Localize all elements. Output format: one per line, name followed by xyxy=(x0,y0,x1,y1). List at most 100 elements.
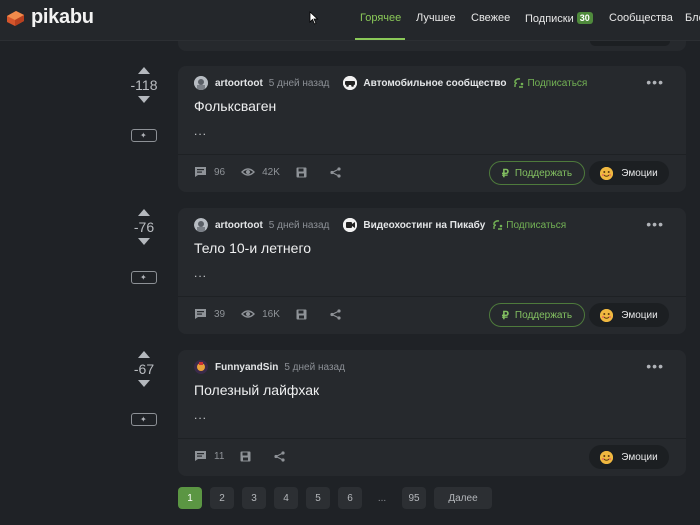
post-time: 5 дней назад xyxy=(268,77,330,89)
page-5-button[interactable]: 5 xyxy=(306,487,330,509)
page-1-button[interactable]: 1 xyxy=(178,487,202,509)
community-avatar[interactable] xyxy=(343,76,358,90)
nav-subscriptions[interactable]: Подписки 30 xyxy=(525,12,593,25)
views-stat: 42K xyxy=(241,167,280,178)
top-header: pikabu Горячее Лучшее Свежее Подписки 30 … xyxy=(0,0,700,41)
downvote-icon[interactable] xyxy=(138,238,150,245)
more-options-icon[interactable]: ••• xyxy=(646,74,664,90)
post-time: 5 дней назад xyxy=(284,361,345,373)
emoji-icon xyxy=(600,450,614,464)
divider xyxy=(178,296,686,297)
comments-count: 96 xyxy=(214,166,226,178)
post-rating: -76 xyxy=(133,219,155,235)
plus-icon: ✦ xyxy=(140,415,147,424)
post-title[interactable]: Тело 10-и летнего xyxy=(194,240,311,256)
previous-post-button[interactable] xyxy=(590,41,670,46)
share-button[interactable] xyxy=(330,166,348,178)
upvote-icon[interactable] xyxy=(138,67,150,74)
avatar[interactable] xyxy=(194,218,208,232)
subscribe-button[interactable]: Подписаться xyxy=(493,220,566,231)
views-stat: 16K xyxy=(241,309,280,320)
nav-blogs[interactable]: Бло xyxy=(685,12,700,24)
post-title[interactable]: Фольксваген xyxy=(194,98,276,114)
post-title[interactable]: Полезный лайфхак xyxy=(194,382,319,398)
emotions-label: Эмоции xyxy=(621,309,658,321)
support-label: Поддержать xyxy=(514,309,573,321)
subscriptions-count-badge: 30 xyxy=(576,12,593,24)
post-author[interactable]: artoortoot xyxy=(215,220,263,231)
vote-block: -67 xyxy=(128,351,160,387)
post-meta: artoortoot 5 дней назад Автомобильное со… xyxy=(194,76,587,90)
comments-button[interactable]: 11 xyxy=(194,450,224,462)
eye-icon xyxy=(241,310,256,318)
post-author[interactable]: artoortoot xyxy=(215,78,263,89)
page-6-button[interactable]: 6 xyxy=(338,487,362,509)
save-post-button[interactable]: ✦ xyxy=(131,129,157,142)
post-meta: FunnyandSin 5 дней назад xyxy=(194,360,345,374)
save-icon xyxy=(296,309,307,319)
views-count: 42K xyxy=(262,166,280,178)
post-rating: -118 xyxy=(130,77,158,93)
nav-communities[interactable]: Сообщества xyxy=(609,12,673,24)
page-2-button[interactable]: 2 xyxy=(210,487,234,509)
avatar[interactable] xyxy=(194,76,208,90)
post-excerpt[interactable]: ... xyxy=(194,266,207,280)
comments-count: 39 xyxy=(214,308,226,320)
comments-button[interactable]: 39 xyxy=(194,308,225,320)
post-excerpt[interactable]: ... xyxy=(194,408,207,422)
support-button[interactable]: ₽ Поддержать xyxy=(489,161,585,185)
logo-icon xyxy=(4,7,26,29)
save-button[interactable] xyxy=(296,167,314,178)
post-card: artoortoot 5 дней назад Видеохостинг на … xyxy=(178,208,686,334)
community-name[interactable]: Автомобильное сообщество xyxy=(363,78,506,89)
share-icon xyxy=(330,166,341,178)
post-author[interactable]: FunnyandSin xyxy=(215,362,278,373)
plus-icon: ✦ xyxy=(140,131,147,140)
pikabu-logo[interactable]: pikabu xyxy=(4,6,94,29)
save-post-button[interactable]: ✦ xyxy=(131,271,157,284)
subscribe-icon xyxy=(514,78,524,88)
page-4-button[interactable]: 4 xyxy=(274,487,298,509)
post-excerpt[interactable]: ... xyxy=(194,124,207,138)
next-page-button[interactable]: Далее xyxy=(434,487,492,509)
post-stats: 96 42K xyxy=(194,166,364,178)
downvote-icon[interactable] xyxy=(138,96,150,103)
nav-best[interactable]: Лучшее xyxy=(416,12,456,24)
nav-hot[interactable]: Горячее xyxy=(360,12,401,24)
post-card: FunnyandSin 5 дней назад ••• Полезный ла… xyxy=(178,350,686,476)
comments-button[interactable]: 96 xyxy=(194,166,225,178)
emotions-button[interactable]: Эмоции xyxy=(589,303,669,327)
support-button[interactable]: ₽ Поддержать xyxy=(489,303,585,327)
community-avatar[interactable] xyxy=(343,218,358,232)
nav-fresh[interactable]: Свежее xyxy=(471,12,510,24)
community-name[interactable]: Видеохостинг на Пикабу xyxy=(363,220,485,231)
share-button[interactable] xyxy=(330,308,348,320)
emotions-button[interactable]: Эмоции xyxy=(589,445,669,469)
share-button[interactable] xyxy=(274,450,292,462)
comment-icon xyxy=(195,309,206,319)
active-tab-underline xyxy=(355,38,405,40)
page-last-button[interactable]: 95 xyxy=(402,487,426,509)
downvote-icon[interactable] xyxy=(138,380,150,387)
avatar[interactable] xyxy=(194,360,208,374)
more-options-icon[interactable]: ••• xyxy=(646,216,664,232)
save-button[interactable] xyxy=(240,451,258,462)
save-post-button[interactable]: ✦ xyxy=(131,413,157,426)
more-options-icon[interactable]: ••• xyxy=(646,358,664,374)
page-3-button[interactable]: 3 xyxy=(242,487,266,509)
post-rating: -67 xyxy=(133,361,155,377)
comment-icon xyxy=(195,167,206,177)
upvote-icon[interactable] xyxy=(138,351,150,358)
nav-subscriptions-label: Подписки xyxy=(525,13,574,25)
save-icon xyxy=(240,451,251,461)
upvote-icon[interactable] xyxy=(138,209,150,216)
emoji-icon xyxy=(600,166,614,180)
save-button[interactable] xyxy=(296,309,314,320)
emotions-button[interactable]: Эмоции xyxy=(589,161,669,185)
mouse-cursor-icon xyxy=(309,11,319,25)
pagination: 1 2 3 4 5 6 ... 95 Далее xyxy=(178,487,492,509)
ruble-icon: ₽ xyxy=(501,167,509,180)
post-card: artoortoot 5 дней назад Автомобильное со… xyxy=(178,66,686,192)
subscribe-button[interactable]: Подписаться xyxy=(514,78,587,89)
divider xyxy=(178,154,686,155)
